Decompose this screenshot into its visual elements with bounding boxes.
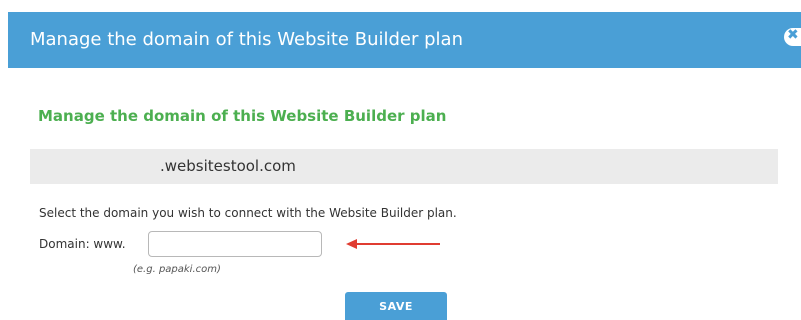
dialog-title: Manage the domain of this Website Builde…: [30, 29, 463, 50]
domain-label: Domain: www.: [39, 237, 126, 251]
domain-input[interactable]: [148, 231, 322, 257]
save-button[interactable]: SAVE: [345, 292, 447, 320]
section-heading: Manage the domain of this Website Builde…: [38, 107, 447, 125]
close-icon[interactable]: ✖: [787, 27, 799, 43]
domain-hint: (e.g. papaki.com): [133, 264, 221, 275]
current-domain-bar: .websitestool.com: [30, 149, 778, 184]
current-domain: .websitestool.com: [160, 157, 296, 175]
instructions-text: Select the domain you wish to connect wi…: [39, 206, 457, 220]
close-button[interactable]: ✖: [784, 27, 801, 46]
arrow-annotation-icon: [346, 239, 440, 249]
dialog-header: Manage the domain of this Website Builde…: [8, 12, 801, 68]
